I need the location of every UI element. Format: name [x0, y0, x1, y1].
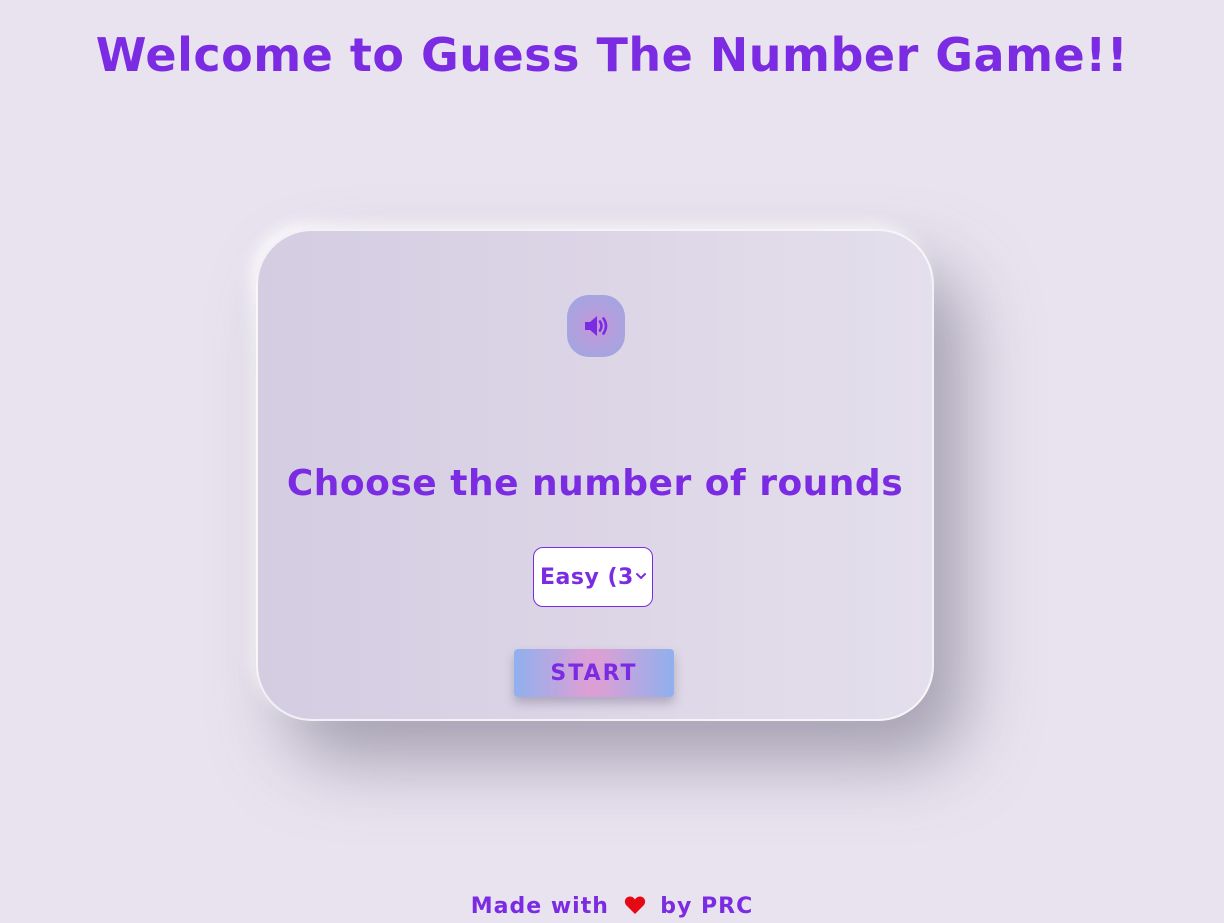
- speaker-volume-icon: [581, 311, 611, 341]
- heart-icon: [624, 895, 646, 921]
- page: Welcome to Guess The Number Game!! Choos…: [0, 0, 1224, 923]
- chevron-down-icon: [634, 568, 648, 582]
- sound-toggle-button[interactable]: [567, 295, 625, 357]
- start-button[interactable]: START: [514, 649, 674, 697]
- footer-prefix: Made with: [470, 894, 609, 919]
- rounds-select-value: Easy (3: [540, 564, 634, 590]
- footer: Made with by PRC: [0, 894, 1224, 921]
- page-title: Welcome to Guess The Number Game!!: [95, 28, 1129, 82]
- rounds-select[interactable]: Easy (3: [533, 547, 653, 607]
- rounds-heading: Choose the number of rounds: [286, 463, 904, 504]
- game-card: Choose the number of rounds Easy (3 STAR…: [256, 229, 934, 721]
- footer-suffix: by PRC: [660, 894, 754, 919]
